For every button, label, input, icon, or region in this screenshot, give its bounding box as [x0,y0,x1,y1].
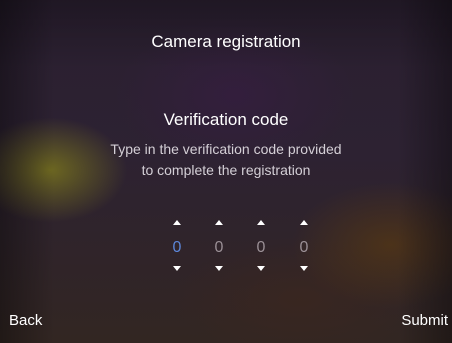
registration-screen: Camera registration Verification code Ty… [0,0,452,343]
caret-down-icon[interactable] [215,266,223,271]
code-digit-2: 0 [207,218,231,271]
code-digit-1: 0 [165,218,189,271]
code-digit-4: 0 [292,218,316,271]
digit-value[interactable]: 0 [165,238,189,258]
instruction-line-2: to complete the registration [141,162,311,178]
caret-up-icon[interactable] [215,220,223,225]
submit-button[interactable]: Submit [401,312,448,329]
caret-down-icon[interactable] [173,266,181,271]
caret-down-icon[interactable] [257,266,265,271]
caret-down-icon[interactable] [300,266,308,271]
digit-value[interactable]: 0 [292,238,316,258]
instruction-text: Type in the verification code provided t… [0,139,452,181]
code-digit-3: 0 [249,218,273,271]
section-heading: Verification code [163,110,289,129]
caret-up-icon[interactable] [173,220,181,225]
digit-value[interactable]: 0 [207,238,231,258]
caret-up-icon[interactable] [257,220,265,225]
instruction-line-1: Type in the verification code provided [110,141,342,157]
back-button[interactable]: Back [9,312,42,329]
digit-value[interactable]: 0 [249,238,273,258]
page-title: Camera registration [151,32,301,51]
caret-up-icon[interactable] [300,220,308,225]
